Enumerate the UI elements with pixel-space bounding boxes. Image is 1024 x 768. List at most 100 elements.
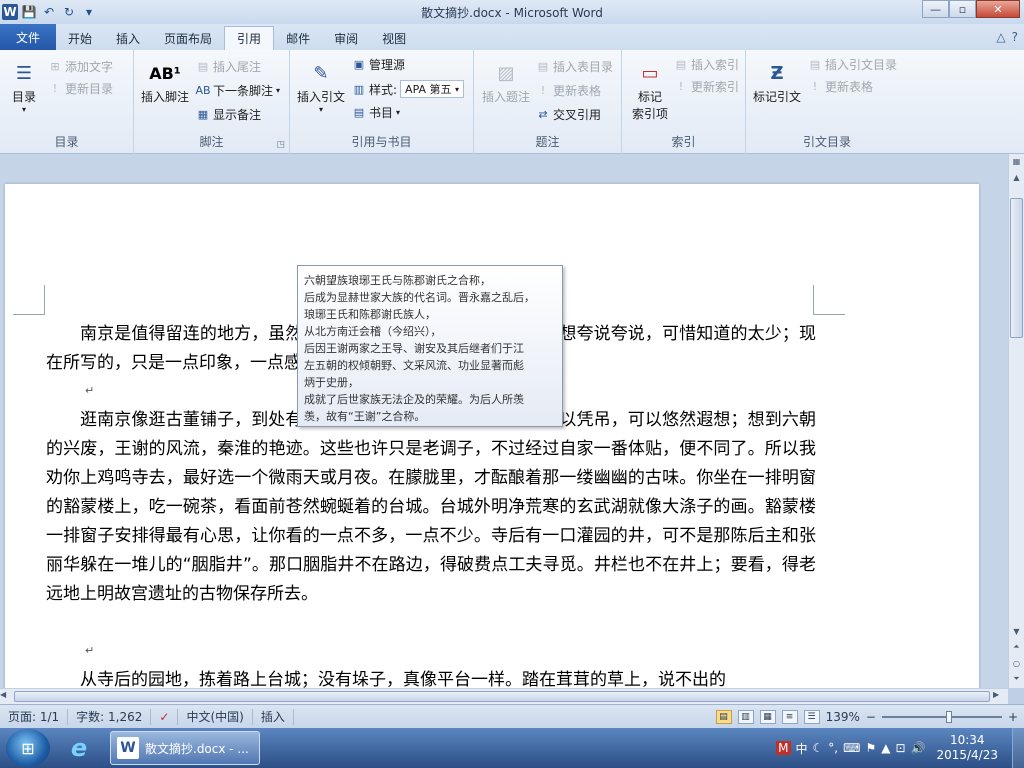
insert-index-button[interactable]: ▤ 插入索引 (674, 56, 739, 73)
insert-citation-label: 插入引文 (296, 90, 345, 104)
update-toa-icon: ! (812, 80, 818, 93)
mark-citation-label: 标记引文 (752, 90, 801, 104)
group-citations: ✎ 插入引文 ▾ ▣ 管理源 ▥ 样式: APA 第五 ▾ ▤ 书目 ▾ 引用与书目 (290, 50, 474, 154)
tab-file[interactable]: 文件 (0, 24, 56, 50)
save-icon[interactable]: 💾 (20, 3, 38, 21)
update-table-icon: ! (540, 84, 546, 97)
bibliography-icon: ▤ (353, 106, 365, 119)
insert-citation-icon: ✎ (313, 62, 329, 84)
vertical-scrollbar[interactable]: ▦ ▲ ▼ ⏶ ○ ⏷ (1008, 154, 1024, 688)
scroll-right-icon[interactable]: ▶ (993, 690, 1005, 699)
scroll-down-icon[interactable]: ▼ (1009, 624, 1024, 638)
mark-entry-button[interactable]: ▭ 标记 索引项 (628, 58, 672, 122)
taskbar-word-window[interactable]: W 散文摘抄.docx - ... (110, 731, 260, 765)
clock[interactable]: 10:34 2015/4/23 (930, 733, 1004, 763)
bibliography-button[interactable]: ▤ 书目 ▾ (352, 104, 400, 121)
tab-insert[interactable]: 插入 (104, 26, 152, 50)
undo-icon[interactable]: ↶ (40, 3, 58, 21)
insert-footnote-button[interactable]: AB¹ 插入脚注 (140, 58, 190, 105)
word-logo-icon[interactable]: W (2, 4, 18, 20)
close-button[interactable]: ✕ (976, 0, 1020, 18)
action-center-icon[interactable]: ⚑ (865, 741, 876, 755)
show-desktop-button[interactable] (1012, 728, 1024, 768)
insert-caption-button[interactable]: ▨ 插入题注 (478, 58, 534, 105)
next-footnote-icon: AB (195, 84, 211, 97)
cross-reference-icon: ⇄ (538, 108, 548, 121)
keyboard-icon[interactable]: ⌨ (843, 741, 860, 755)
cross-reference-button[interactable]: ⇄ 交叉引用 (536, 106, 601, 123)
vertical-scroll-thumb[interactable] (1010, 198, 1023, 338)
toc-button[interactable]: ☰ 目录 ▾ (6, 58, 42, 115)
maximize-button[interactable]: ▫ (949, 0, 976, 18)
update-toa-button[interactable]: ! 更新表格 (808, 78, 873, 95)
insert-citation-button[interactable]: ✎ 插入引文 ▾ (296, 58, 346, 115)
toc-button-label: 目录 (11, 90, 36, 104)
show-hidden-icons-icon[interactable]: ▲ (881, 741, 890, 755)
add-text-button[interactable]: ⊞ 添加文字 (48, 58, 113, 75)
horizontal-scrollbar[interactable]: ◀ ▶ (0, 688, 1008, 704)
minimize-ribbon-icon[interactable]: △ (996, 30, 1005, 44)
insert-endnote-button[interactable]: ▤ 插入尾注 (196, 58, 261, 75)
group-index: ▭ 标记 索引项 ▤ 插入索引 ! 更新索引 索引 (622, 50, 746, 154)
zoom-slider[interactable] (881, 710, 1002, 723)
tab-page-layout[interactable]: 页面布局 (152, 26, 224, 50)
browse-object-icon[interactable]: ○ (1009, 656, 1024, 670)
previous-page-icon[interactable]: ⏶ (1009, 640, 1024, 654)
redo-icon[interactable]: ↻ (60, 3, 78, 21)
insert-caption-label: 插入题注 (481, 90, 530, 104)
moon-icon[interactable]: ☾ (813, 741, 824, 755)
print-layout-view-icon[interactable]: ▤ (715, 709, 732, 724)
zoom-out-icon[interactable]: − (866, 710, 876, 724)
ime-icon[interactable]: M (776, 741, 791, 755)
horizontal-scroll-thumb[interactable] (14, 691, 990, 702)
next-footnote-button[interactable]: AB 下一条脚注 ▾ (195, 82, 280, 99)
show-notes-button[interactable]: ▦ 显示备注 (196, 106, 261, 123)
scroll-left-icon[interactable]: ◀ (0, 690, 12, 699)
status-bar: 页面: 1/1 字数: 1,262 ✓ 中文(中国) 插入 ▤ ▥ ▦ ≡ ☰ … (0, 704, 1024, 728)
draft-view-icon[interactable]: ☰ (803, 709, 820, 724)
scroll-up-icon[interactable]: ▲ (1009, 170, 1024, 184)
group-label-toc: 目录 (54, 135, 79, 149)
zoom-in-icon[interactable]: + (1008, 710, 1018, 724)
word-count[interactable]: 字数: 1,262 (68, 708, 152, 725)
input-language-icon[interactable]: 中 (796, 740, 808, 757)
language[interactable]: 中文(中国) (178, 708, 253, 725)
full-screen-view-icon[interactable]: ▥ (737, 709, 754, 724)
paragraph-2[interactable]: 逛南京像逛古董铺子，到处有时代侵蚀的痕迹。你可以摩挲，可以凭吊，可以悠然遐想；想… (46, 406, 816, 609)
customize-qat-icon[interactable]: ▾ (80, 3, 98, 21)
tab-view[interactable]: 视图 (370, 26, 418, 50)
zoom-level[interactable]: 139% (826, 710, 860, 724)
insert-mode[interactable]: 插入 (253, 708, 294, 725)
outline-view-icon[interactable]: ≡ (781, 709, 798, 724)
internet-explorer-icon[interactable]: e (62, 731, 96, 765)
volume-icon[interactable]: 🔊 (911, 741, 926, 755)
help-icon[interactable]: ? (1012, 30, 1018, 44)
insert-toa-button[interactable]: ▤ 插入引文目录 (808, 56, 897, 73)
minimize-button[interactable]: — (922, 0, 949, 18)
mark-citation-button[interactable]: Ƶ 标记引文 (752, 58, 802, 105)
update-table-button[interactable]: ! 更新表格 (536, 82, 601, 99)
document-page[interactable]: 南京是值得留连的地方，虽然我只去过两回；一回是在夏天。也想夸说夸说，可惜知道的太… (5, 184, 979, 688)
tab-references[interactable]: 引用 (224, 26, 275, 50)
start-button[interactable]: ⊞ (6, 729, 50, 767)
update-toc-label: 更新目录 (65, 82, 114, 96)
clock-date: 2015/4/23 (936, 748, 998, 762)
next-page-icon[interactable]: ⏷ (1009, 672, 1024, 686)
web-layout-view-icon[interactable]: ▦ (759, 709, 776, 724)
manage-sources-button[interactable]: ▣ 管理源 (352, 56, 405, 73)
ruler-toggle-icon[interactable]: ▦ (1009, 154, 1024, 168)
paragraph-3[interactable]: 从寺后的园地，拣着路上台城；没有垛子，真像平台一样。踏在茸茸的草上，说不出的 (46, 666, 816, 688)
tab-home[interactable]: 开始 (56, 26, 104, 50)
update-index-button[interactable]: ! 更新索引 (674, 78, 739, 95)
zoom-slider-knob[interactable] (945, 710, 952, 723)
tab-mailings[interactable]: 邮件 (274, 26, 322, 50)
network-icon[interactable]: ⊡ (895, 741, 905, 755)
citation-style-dropdown[interactable]: APA 第五 ▾ (400, 80, 465, 98)
update-toc-button[interactable]: ! 更新目录 (48, 80, 113, 97)
chevron-down-icon: ▾ (396, 108, 401, 117)
insert-table-of-figures-button[interactable]: ▤ 插入表目录 (536, 58, 613, 75)
tab-review[interactable]: 审阅 (322, 26, 370, 50)
page-count[interactable]: 页面: 1/1 (0, 708, 69, 725)
punctuation-icon[interactable]: °, (828, 741, 838, 755)
proofing-icon[interactable]: ✓ (151, 708, 179, 725)
